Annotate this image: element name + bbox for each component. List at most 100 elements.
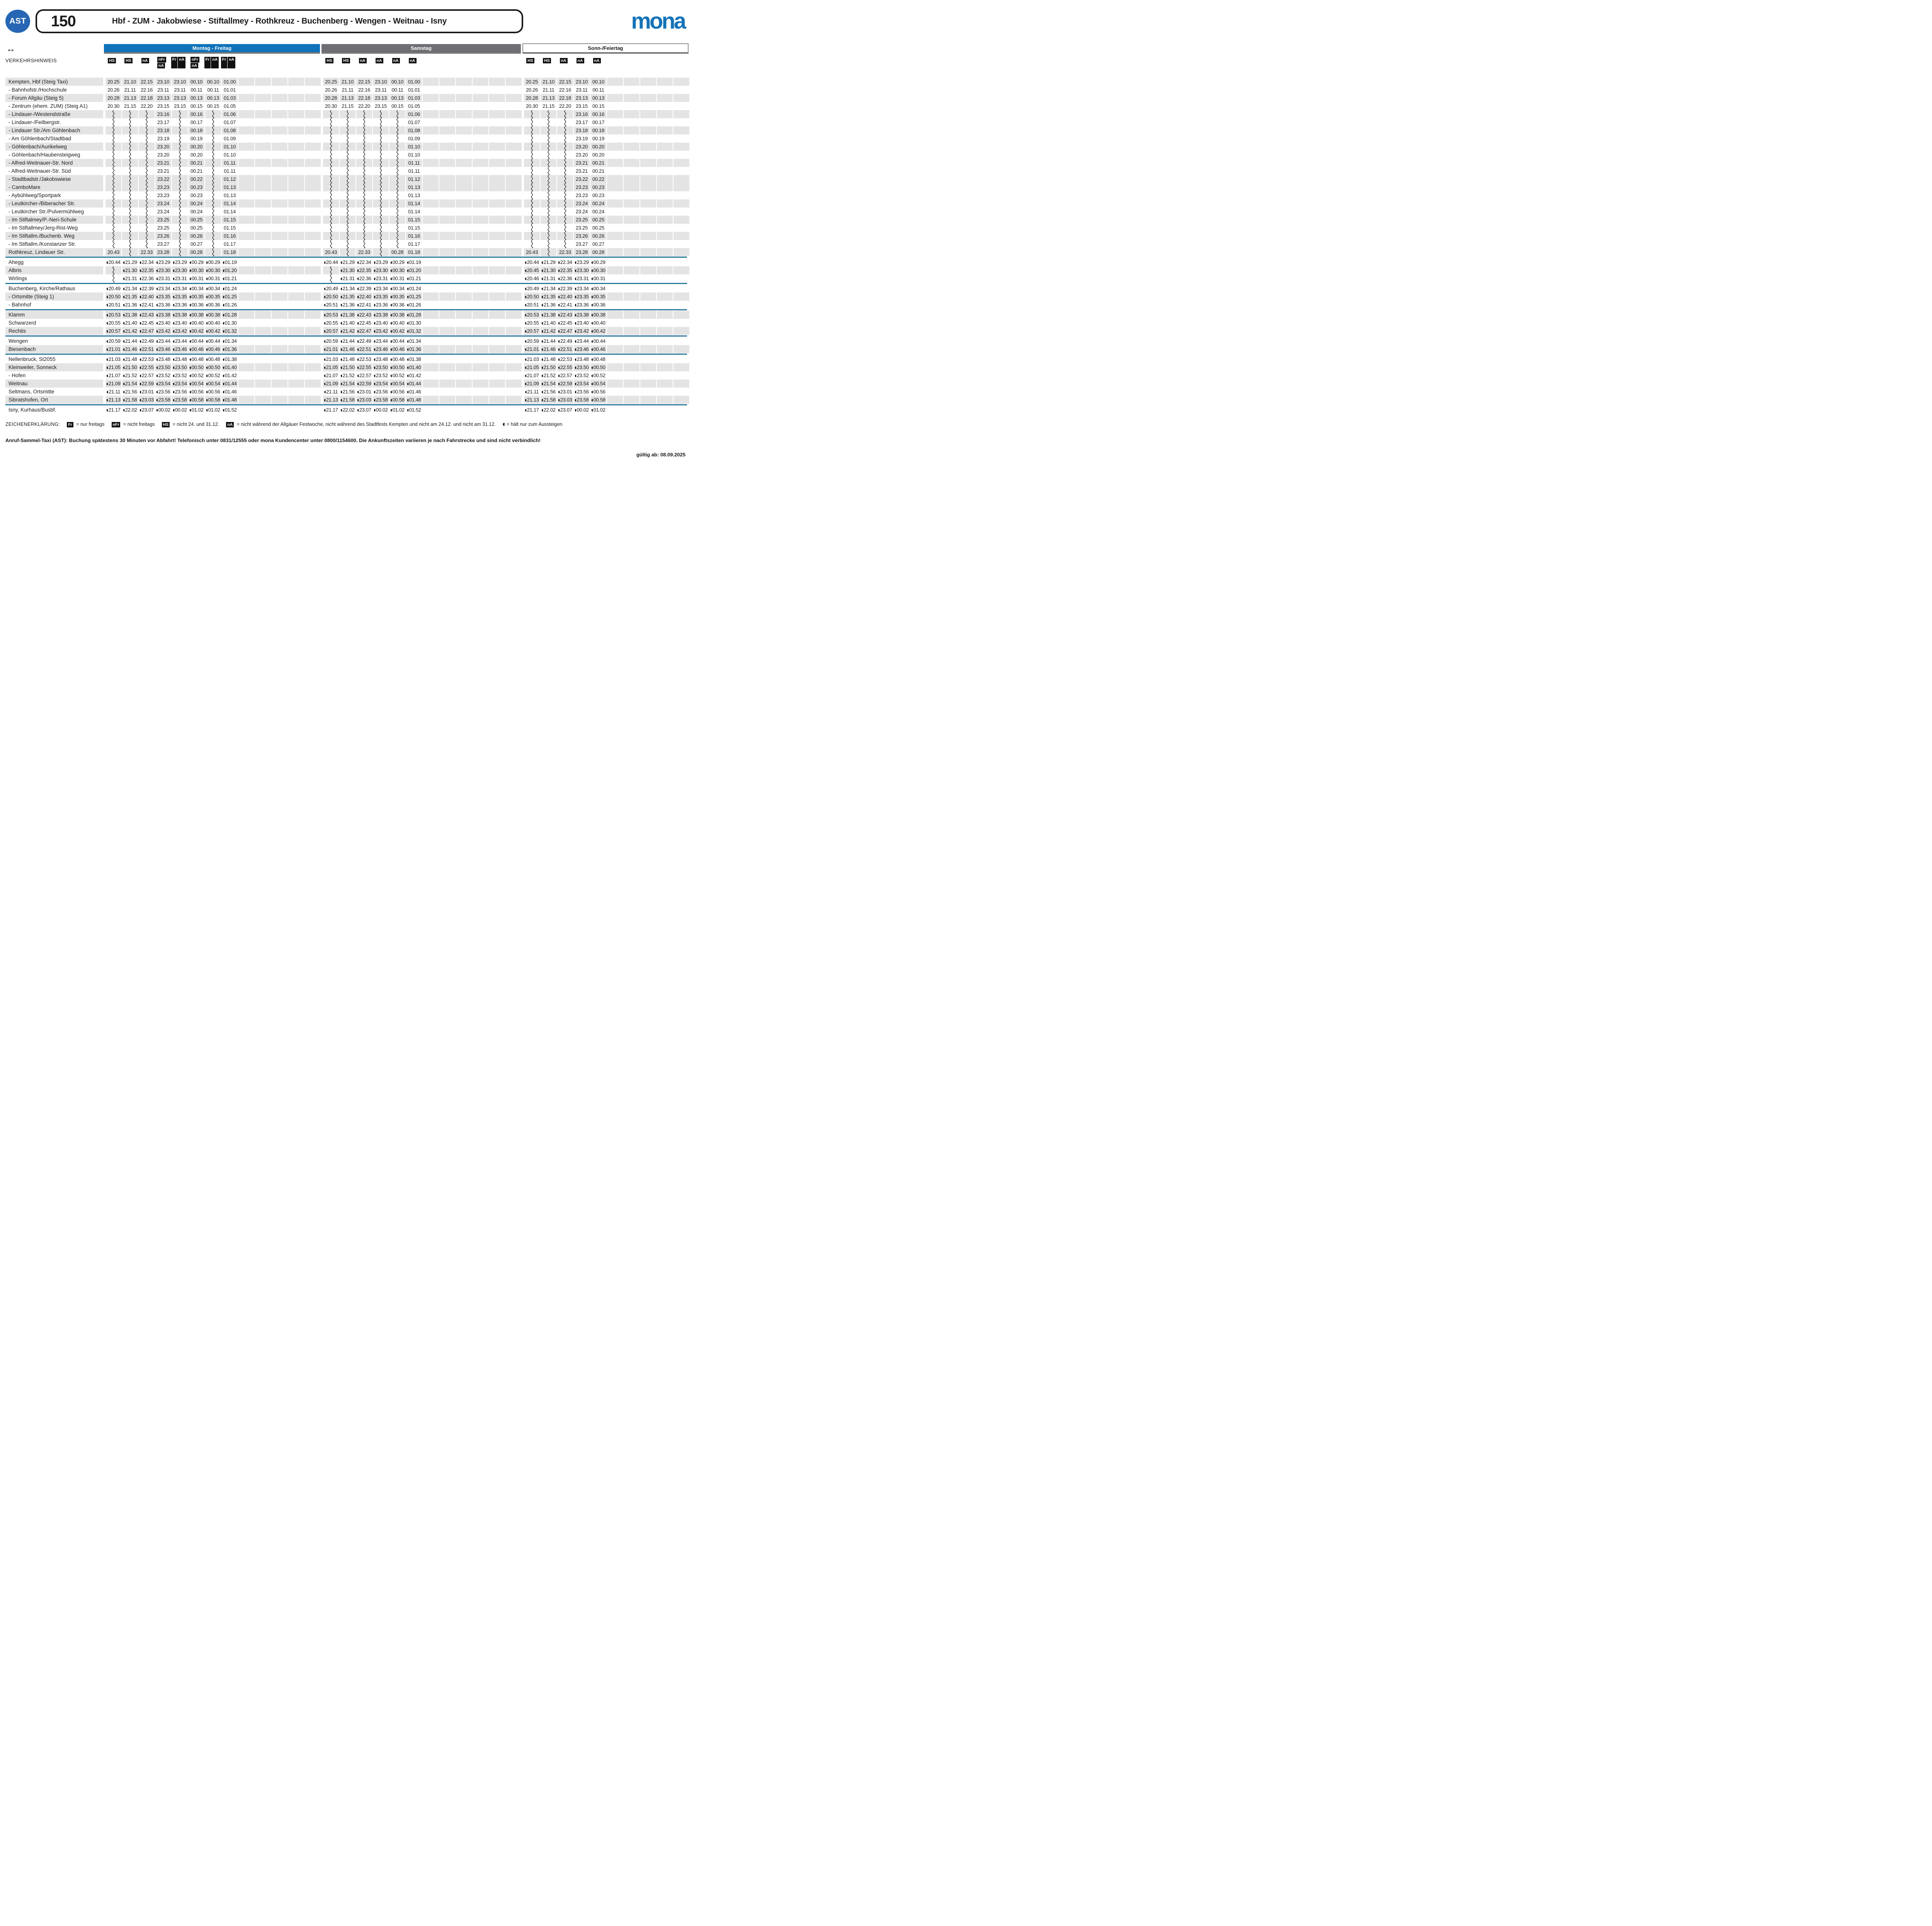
empty-cell: [640, 240, 656, 248]
day-section-so: 23.2300.23: [524, 191, 690, 199]
time-cell: ◖00.48: [389, 355, 405, 363]
empty-cell: [272, 78, 287, 86]
exit-only-icon: ◖: [407, 269, 408, 273]
time-cell: 00.22: [189, 175, 204, 183]
time-cell: ◖00.44: [590, 337, 606, 345]
empty-cell: [673, 293, 689, 301]
time-cell: [205, 159, 221, 167]
time-cell: 00.11: [205, 86, 221, 94]
badge-slot: [471, 57, 487, 64]
exit-only-icon: ◖: [591, 313, 593, 317]
exit-only-icon: ◖: [390, 330, 392, 333]
empty-cell: [456, 167, 472, 175]
skip-squiggle-icon: [363, 167, 366, 175]
skip-squiggle-icon: [346, 126, 349, 134]
empty-cell: [657, 284, 673, 293]
skip-squiggle-icon: [145, 126, 148, 134]
time-cell: [541, 110, 556, 118]
skip-squiggle-icon: [212, 118, 214, 126]
empty-cell: [288, 301, 304, 309]
exit-only-icon: ◖: [324, 340, 325, 344]
exit-only-icon: ◖: [407, 382, 408, 386]
time-cell: ◖21.38: [541, 311, 556, 319]
time-cell: ◖00.30: [590, 266, 606, 274]
day-section-mf: ◖20.53◖21.38◖22.43◖23.38◖23.38◖00.38◖00.…: [105, 311, 321, 319]
time-cell: ◖21.03: [323, 355, 339, 363]
time-cell: ◖20.59: [524, 337, 540, 345]
time-cell: ◖00.48: [205, 355, 221, 363]
time-cell: [557, 134, 573, 143]
station-name: - Göhlenbach/Aurikelweg: [5, 143, 103, 151]
time-cell: ◖21.50: [340, 363, 355, 371]
empty-cell: [423, 175, 439, 183]
time-cell: ◖23.01: [139, 388, 155, 396]
empty-cell: [473, 167, 488, 175]
time-cell: 23.26: [155, 232, 171, 240]
exit-only-icon: ◖: [206, 398, 207, 402]
skip-squiggle-icon: [330, 126, 332, 134]
empty-cell: [624, 327, 639, 335]
empty-cell: [607, 199, 623, 208]
empty-cell: [473, 86, 488, 94]
time-cell: ◖00.44: [205, 337, 221, 345]
empty-cell: [423, 118, 439, 126]
exit-only-icon: ◖: [558, 390, 560, 394]
exit-only-icon: ◖: [390, 390, 392, 394]
time-cell: ◖23.34: [373, 284, 389, 293]
time-cell: ◖22.41: [139, 301, 155, 309]
time-cell: ◖01.02: [389, 406, 405, 414]
time-cell: 23.19: [155, 134, 171, 143]
time-cell: ◖22.59: [356, 379, 372, 388]
time-cell: [122, 191, 138, 199]
time-cell: ◖23.44: [373, 337, 389, 345]
empty-cell: [640, 388, 656, 396]
skip-squiggle-icon: [179, 240, 181, 248]
empty-cell: [439, 327, 455, 335]
time-cell: ◖01.26: [406, 301, 422, 309]
time-cell: ◖01.20: [406, 266, 422, 274]
time-cell: [122, 199, 138, 208]
badge-slot: HS: [338, 57, 354, 64]
empty-cell: [439, 406, 455, 414]
empty-cell: [238, 110, 254, 118]
time-cell: [356, 175, 372, 183]
exit-only-icon: ◖: [139, 348, 141, 352]
empty-cell: [423, 311, 439, 319]
time-cell: ◖21.29: [541, 258, 556, 266]
time-cell: ◖23.40: [155, 319, 171, 327]
time-cell: 23.20: [574, 151, 590, 159]
time-cell: [323, 126, 339, 134]
skip-squiggle-icon: [547, 199, 550, 208]
exit-only-icon: ◖: [206, 303, 207, 307]
exit-only-icon: ◖: [324, 408, 325, 412]
empty-cell: [439, 191, 455, 199]
exit-only-icon: ◖: [575, 398, 576, 402]
skip-squiggle-icon: [396, 118, 399, 126]
exit-only-icon: ◖: [173, 408, 174, 412]
time-cell: [389, 191, 405, 199]
empty-cell: [489, 327, 505, 335]
skip-squiggle-icon: [379, 167, 382, 175]
skip-squiggle-icon: [212, 199, 214, 208]
empty-cell: [305, 126, 321, 134]
skip-squiggle-icon: [346, 151, 349, 159]
time-cell: 23.20: [574, 143, 590, 151]
skip-squiggle-icon: [363, 110, 366, 118]
traffic-note-badge: nA: [376, 58, 383, 63]
skip-squiggle-icon: [330, 224, 332, 232]
exit-only-icon: ◖: [223, 313, 224, 317]
time-cell: 23.18: [155, 126, 171, 134]
day-section-mf: 23.2700.2701.17: [105, 240, 321, 248]
empty-cell: [238, 293, 254, 301]
time-cell: [122, 183, 138, 191]
empty-cell: [607, 134, 623, 143]
exit-only-icon: ◖: [139, 277, 141, 281]
skip-squiggle-icon: [112, 216, 115, 224]
time-cell: [105, 143, 121, 151]
empty-cell: [673, 110, 689, 118]
skip-squiggle-icon: [179, 118, 181, 126]
time-cell: ◖23.30: [373, 266, 389, 274]
traffic-note-badge: HS: [108, 58, 116, 63]
empty-cell: [489, 134, 505, 143]
time-cell: ◖22.43: [139, 311, 155, 319]
